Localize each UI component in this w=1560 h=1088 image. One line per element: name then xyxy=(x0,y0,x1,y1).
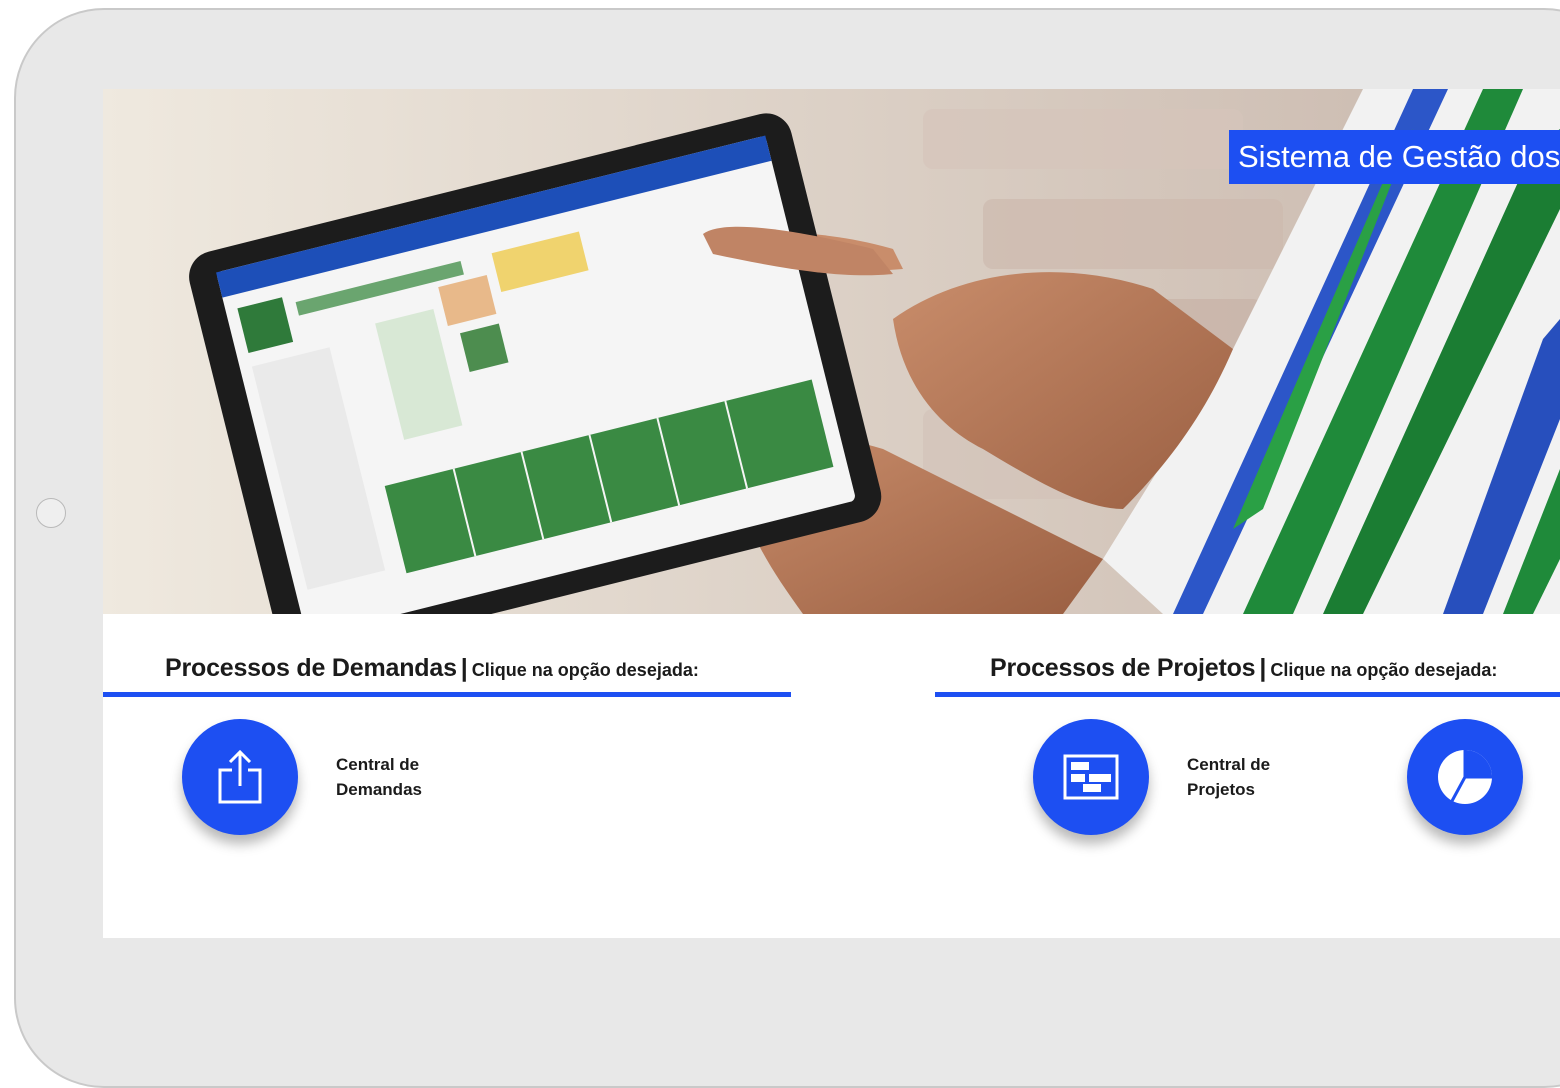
tile-central-de-projetos[interactable]: Central de Projetos xyxy=(1033,719,1307,835)
section-title: Processos de Projetos xyxy=(990,654,1256,682)
section-rule-demandas xyxy=(103,692,791,697)
hero-title: Sistema de Gestão dos xyxy=(1229,130,1560,184)
tile-icon-circle[interactable] xyxy=(182,719,298,835)
gantt-chart-icon xyxy=(1063,754,1119,800)
home-button[interactable] xyxy=(36,498,66,528)
pie-chart-icon xyxy=(1438,750,1492,804)
share-upload-icon xyxy=(218,749,262,804)
section-title: Processos de Demandas xyxy=(165,654,457,682)
section-subtitle: Clique na opção desejada: xyxy=(1270,660,1498,680)
section-rule-projetos xyxy=(935,692,1560,697)
hero-banner: Sistema de Gestão dos xyxy=(103,89,1560,614)
tile-label: Central de Demandas xyxy=(336,755,422,799)
tile-pie-chart[interactable] xyxy=(1407,719,1523,835)
tile-icon-circle[interactable] xyxy=(1033,719,1149,835)
section-header-projetos: Processos de Projetos | Clique na opção de… xyxy=(990,654,1497,694)
tile-central-de-demandas[interactable]: Central de Demandas xyxy=(182,719,456,835)
tile-icon-circle[interactable] xyxy=(1407,719,1523,835)
section-header-demandas: Processos de Demandas | Clique na opção de… xyxy=(165,654,699,694)
section-separator: | xyxy=(1259,654,1267,682)
section-subtitle: Clique na opção desejada: xyxy=(471,660,699,680)
section-separator: | xyxy=(460,654,468,682)
tile-label: Central de Projetos xyxy=(1187,755,1271,799)
app-screen: Sistema de Gestão dos Processos de Deman… xyxy=(103,89,1560,938)
